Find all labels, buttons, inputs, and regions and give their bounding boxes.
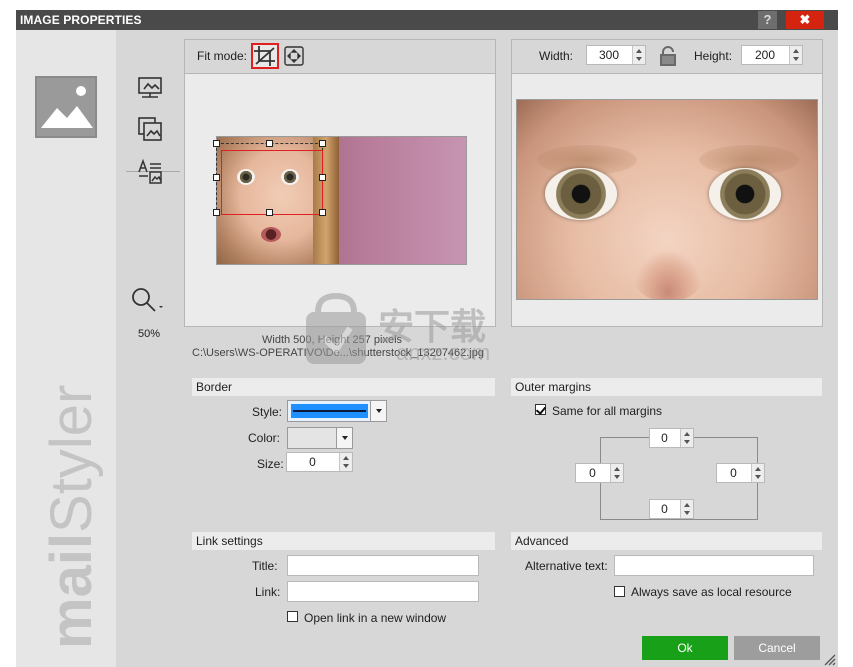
crop-handle[interactable] bbox=[319, 209, 326, 216]
local-resource-label: Always save as local resource bbox=[631, 585, 792, 599]
crop-selection[interactable] bbox=[221, 150, 323, 215]
width-label: Width: bbox=[539, 49, 574, 63]
same-margins-checkbox[interactable] bbox=[535, 404, 546, 415]
zoom-icon[interactable] bbox=[130, 286, 163, 314]
width-spinner[interactable]: 300 bbox=[586, 45, 646, 65]
watermark-subtext: anxz.com bbox=[396, 340, 491, 365]
crop-handle[interactable] bbox=[319, 174, 326, 181]
advanced-section-header: Advanced bbox=[511, 532, 822, 550]
width-value: 300 bbox=[598, 48, 620, 62]
image-replace-icon[interactable] bbox=[136, 115, 164, 143]
border-section-header: Border bbox=[192, 378, 495, 396]
border-color-dropdown[interactable] bbox=[287, 427, 353, 449]
margin-top-value: 0 bbox=[661, 431, 668, 445]
fit-frame-icon bbox=[284, 46, 304, 66]
height-spinner[interactable]: 200 bbox=[741, 45, 803, 65]
local-resource-checkbox[interactable] bbox=[614, 586, 625, 597]
margin-bottom-value: 0 bbox=[661, 502, 668, 516]
crop-handle[interactable] bbox=[213, 174, 220, 181]
output-size-bar: Width: 300 Height: 200 bbox=[512, 40, 822, 74]
border-size-spinner[interactable]: 0 bbox=[286, 452, 353, 472]
close-button[interactable]: ✖ bbox=[786, 11, 824, 29]
link-title-input[interactable] bbox=[287, 555, 479, 576]
cancel-button[interactable]: Cancel bbox=[734, 636, 820, 660]
alt-text-label: Alternative text: bbox=[525, 559, 608, 573]
border-size-label: Size: bbox=[257, 457, 284, 471]
crop-handle[interactable] bbox=[213, 140, 220, 147]
dialog-title: IMAGE PROPERTIES bbox=[20, 13, 142, 27]
image-size-icon[interactable] bbox=[136, 74, 164, 102]
outer-margins-section-header: Outer margins bbox=[511, 378, 822, 396]
fit-crop-button[interactable] bbox=[251, 43, 279, 69]
new-window-label: Open link in a new window bbox=[304, 611, 447, 625]
link-title-label: Title: bbox=[252, 559, 278, 573]
tool-column: 50% bbox=[116, 30, 184, 667]
margin-bottom-spinner[interactable]: 0 bbox=[649, 499, 694, 519]
fit-mode-label: Fit mode: bbox=[197, 49, 248, 63]
border-color-label: Color: bbox=[248, 431, 281, 445]
resize-grip[interactable] bbox=[822, 652, 836, 666]
fit-mode-bar: Fit mode: bbox=[185, 40, 495, 74]
link-url-label: Link: bbox=[255, 585, 281, 599]
crop-icon bbox=[254, 46, 275, 66]
output-preview-panel: Width: 300 Height: 200 bbox=[511, 39, 823, 327]
crop-handle[interactable] bbox=[213, 209, 220, 216]
alt-text-input[interactable] bbox=[614, 555, 814, 576]
source-image-panel: Fit mode: bbox=[184, 39, 496, 327]
brand-prefix: mail bbox=[39, 532, 104, 649]
link-url-input[interactable] bbox=[287, 581, 479, 602]
output-image-preview bbox=[516, 99, 818, 300]
margin-left-value: 0 bbox=[589, 466, 596, 480]
crop-handle[interactable] bbox=[266, 140, 273, 147]
link-settings-section-header: Link settings bbox=[192, 532, 495, 550]
zoom-level: 50% bbox=[137, 328, 161, 340]
height-value: 200 bbox=[754, 48, 776, 62]
crop-handle[interactable] bbox=[266, 209, 273, 216]
aspect-lock-icon[interactable] bbox=[659, 46, 677, 66]
border-style-label: Style: bbox=[252, 405, 283, 419]
margin-left-spinner[interactable]: 0 bbox=[575, 463, 624, 483]
crop-handle[interactable] bbox=[319, 140, 326, 147]
left-sidebar: mailStyler bbox=[16, 30, 116, 667]
margin-top-spinner[interactable]: 0 bbox=[649, 428, 694, 448]
image-element-icon bbox=[35, 76, 97, 138]
image-text-icon[interactable] bbox=[136, 158, 164, 186]
border-style-dropdown[interactable] bbox=[287, 400, 387, 422]
title-bar: IMAGE PROPERTIES ? ✖ bbox=[16, 10, 838, 30]
help-button[interactable]: ? bbox=[758, 11, 777, 29]
brand-suffix: Styler bbox=[39, 384, 104, 533]
same-margins-label: Same for all margins bbox=[552, 404, 663, 418]
ok-button[interactable]: Ok bbox=[642, 636, 728, 660]
border-size-value: 0 bbox=[309, 455, 316, 469]
margin-right-value: 0 bbox=[730, 466, 737, 480]
margin-right-spinner[interactable]: 0 bbox=[716, 463, 765, 483]
fit-full-button[interactable] bbox=[283, 45, 305, 67]
height-label: Height: bbox=[694, 49, 733, 63]
new-window-checkbox[interactable] bbox=[287, 611, 298, 622]
watermark: 安下载 anxz.com bbox=[300, 290, 540, 370]
